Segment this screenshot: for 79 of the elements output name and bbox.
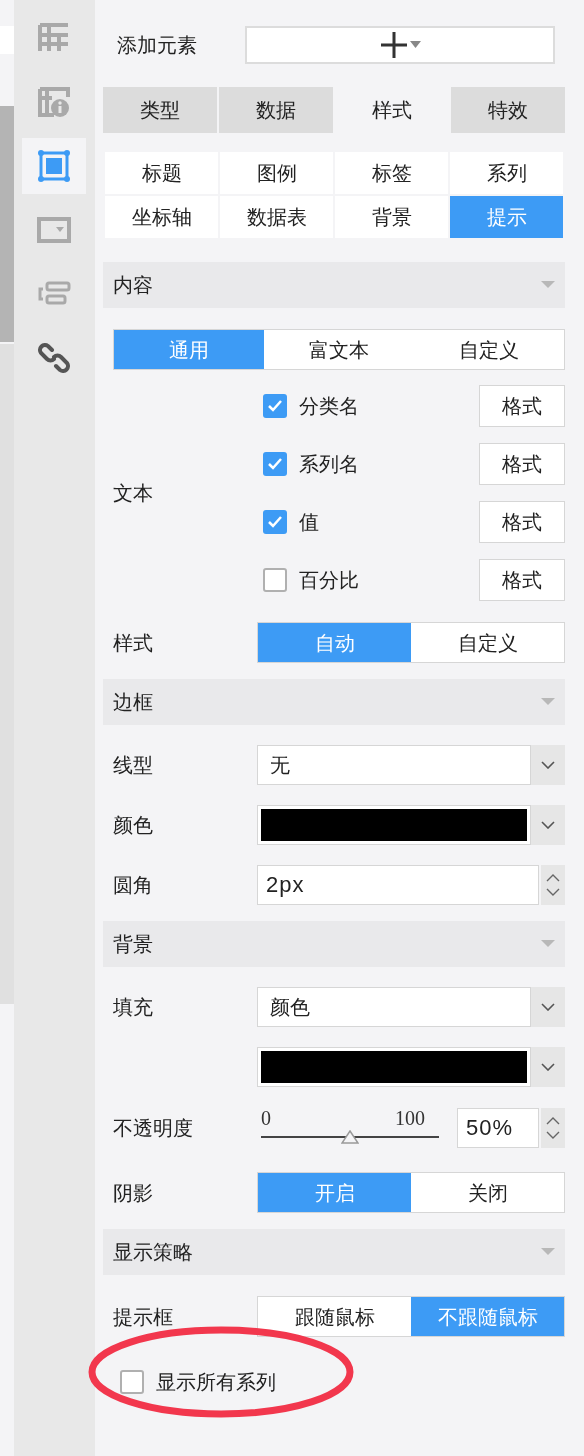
format-button[interactable]: 格式 (479, 559, 565, 601)
chevron-down-icon (541, 1003, 555, 1011)
chevron-up-icon (546, 1117, 560, 1125)
color-swatch[interactable] (261, 809, 527, 841)
checkbox-label: 系列名 (299, 452, 360, 477)
check-icon (267, 457, 283, 471)
layout-icon (37, 281, 71, 307)
color-swatch[interactable] (261, 1051, 527, 1083)
dropdown-button[interactable] (531, 1047, 565, 1087)
caret-icon (541, 698, 555, 706)
sub-tab[interactable]: 标题 (105, 152, 218, 194)
tab[interactable]: 类型 (103, 87, 217, 133)
caret-icon (541, 940, 555, 948)
checkbox-label: 分类名 (299, 394, 360, 419)
checkbox-label: 百分比 (299, 568, 360, 593)
field-label: 样式 (113, 631, 153, 654)
checkbox[interactable] (263, 452, 287, 476)
chevron-down-icon (546, 1131, 560, 1139)
check-icon (267, 515, 283, 529)
grid-icon (37, 22, 71, 54)
dropdown-button[interactable] (531, 805, 565, 845)
chevron-down-icon (541, 1063, 555, 1071)
slider-min-label: 0 (261, 1107, 271, 1129)
field-label: 添加元素 (116, 33, 198, 58)
field-label: 文本 (113, 482, 153, 504)
chevron-down-icon (541, 761, 555, 769)
checkbox[interactable] (263, 510, 287, 534)
toolbar-button[interactable] (22, 138, 86, 194)
add-element-button[interactable] (245, 26, 555, 64)
sub-tab[interactable]: 数据表 (220, 196, 333, 238)
chevron-down-icon (541, 821, 555, 829)
field-label: 阴影 (113, 1181, 153, 1204)
section-header[interactable]: 显示策略 (103, 1229, 565, 1275)
number-field[interactable]: 2px (257, 865, 539, 905)
sub-tab[interactable]: 背景 (335, 196, 448, 238)
field-label: 填充 (113, 996, 153, 1018)
checkbox-label: 值 (299, 510, 320, 535)
slider-max-label: 100 (395, 1107, 426, 1129)
dropdown-button[interactable] (531, 745, 565, 785)
format-button[interactable]: 格式 (479, 501, 565, 543)
sub-tab[interactable]: 坐标轴 (105, 196, 218, 238)
format-button[interactable]: 格式 (479, 385, 565, 427)
plus-icon (379, 31, 408, 59)
section-header[interactable]: 边框 (103, 679, 565, 725)
chevron-down-icon (546, 888, 560, 896)
section-header[interactable]: 背景 (103, 921, 565, 967)
slider-thumb[interactable] (341, 1130, 359, 1144)
check-icon (267, 399, 283, 413)
caret-icon (541, 1248, 555, 1256)
sub-tab[interactable]: 标签 (335, 152, 448, 194)
sub-tab[interactable]: 系列 (450, 152, 563, 194)
checkbox-label: 显示所有系列 (156, 1370, 276, 1395)
field-label: 圆角 (113, 874, 153, 896)
checkbox[interactable] (120, 1370, 144, 1394)
tab[interactable]: 特效 (451, 87, 565, 133)
frame-icon (37, 149, 71, 183)
select-field[interactable]: 颜色 (257, 987, 531, 1027)
field-label: 线型 (113, 754, 153, 776)
field-label: 颜色 (113, 814, 153, 836)
spinner-button[interactable] (541, 865, 565, 905)
link-icon (38, 342, 70, 374)
spinner-button[interactable] (541, 1108, 565, 1148)
select-field[interactable]: 无 (257, 745, 531, 785)
dropdown-icon (37, 217, 71, 243)
caret-icon (541, 281, 555, 289)
field-label: 不透明度 (113, 1117, 193, 1139)
format-button[interactable]: 格式 (479, 443, 565, 485)
field-label: 提示框 (113, 1305, 173, 1328)
chevron-up-icon (546, 874, 560, 882)
tab[interactable]: 数据 (219, 87, 333, 133)
table-info-icon (37, 86, 71, 118)
sub-tab[interactable]: 图例 (220, 152, 333, 194)
checkbox[interactable] (263, 394, 287, 418)
caret-icon (409, 41, 421, 49)
dropdown-button[interactable] (531, 987, 565, 1027)
section-header[interactable]: 内容 (103, 262, 565, 308)
slider-track[interactable] (261, 1130, 439, 1144)
number-field[interactable]: 50% (457, 1108, 539, 1148)
checkbox[interactable] (263, 568, 287, 592)
